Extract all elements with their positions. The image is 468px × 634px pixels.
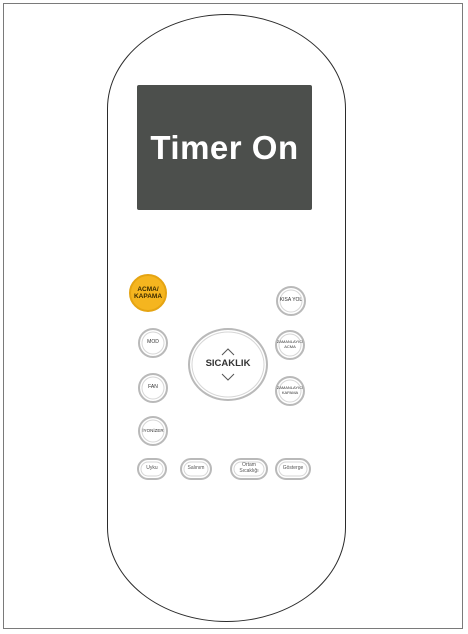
ionizer-button-label: İYONİZER (142, 428, 164, 434)
timer-off-button-label: ZAMANLAYICI KAPAMA (276, 385, 304, 395)
fan-button-label: FAN (148, 384, 158, 391)
temp-up-icon[interactable] (221, 348, 235, 356)
display-button-label: Gösterge (282, 465, 304, 472)
mode-button[interactable]: MOD (138, 328, 168, 358)
display-text: Timer On (150, 128, 299, 166)
power-button[interactable]: ACMA/ KAPAMA (129, 274, 167, 312)
display-button[interactable]: Gösterge (275, 458, 311, 480)
swing-button[interactable]: Salınım (180, 458, 212, 480)
fan-button[interactable]: FAN (138, 373, 168, 403)
shortcut-button-label: KISA YOL (279, 297, 303, 304)
timer-off-button[interactable]: ZAMANLAYICI KAPAMA (275, 376, 305, 406)
room-temp-button-label: Ortam Sıcaklığı (239, 462, 259, 474)
timer-on-button-label: ZAMANLAYICI ACMA (276, 339, 304, 349)
temperature-button-label: SICAKLIK (205, 358, 251, 370)
temp-down-icon[interactable] (221, 373, 235, 381)
power-button-label: ACMA/ KAPAMA (133, 285, 163, 300)
ionizer-button[interactable]: İYONİZER (138, 416, 168, 446)
mode-button-label: MOD (147, 339, 159, 346)
sleep-button[interactable]: Uyku (137, 458, 167, 480)
timer-on-button[interactable]: ZAMANLAYICI ACMA (275, 330, 305, 360)
sleep-button-label: Uyku (146, 465, 158, 472)
shortcut-button[interactable]: KISA YOL (276, 286, 306, 316)
swing-button-label: Salınım (187, 465, 205, 472)
lcd-display: Timer On (137, 85, 312, 210)
temperature-button[interactable]: SICAKLIK (188, 328, 268, 401)
room-temp-button[interactable]: Ortam Sıcaklığı (230, 458, 268, 480)
